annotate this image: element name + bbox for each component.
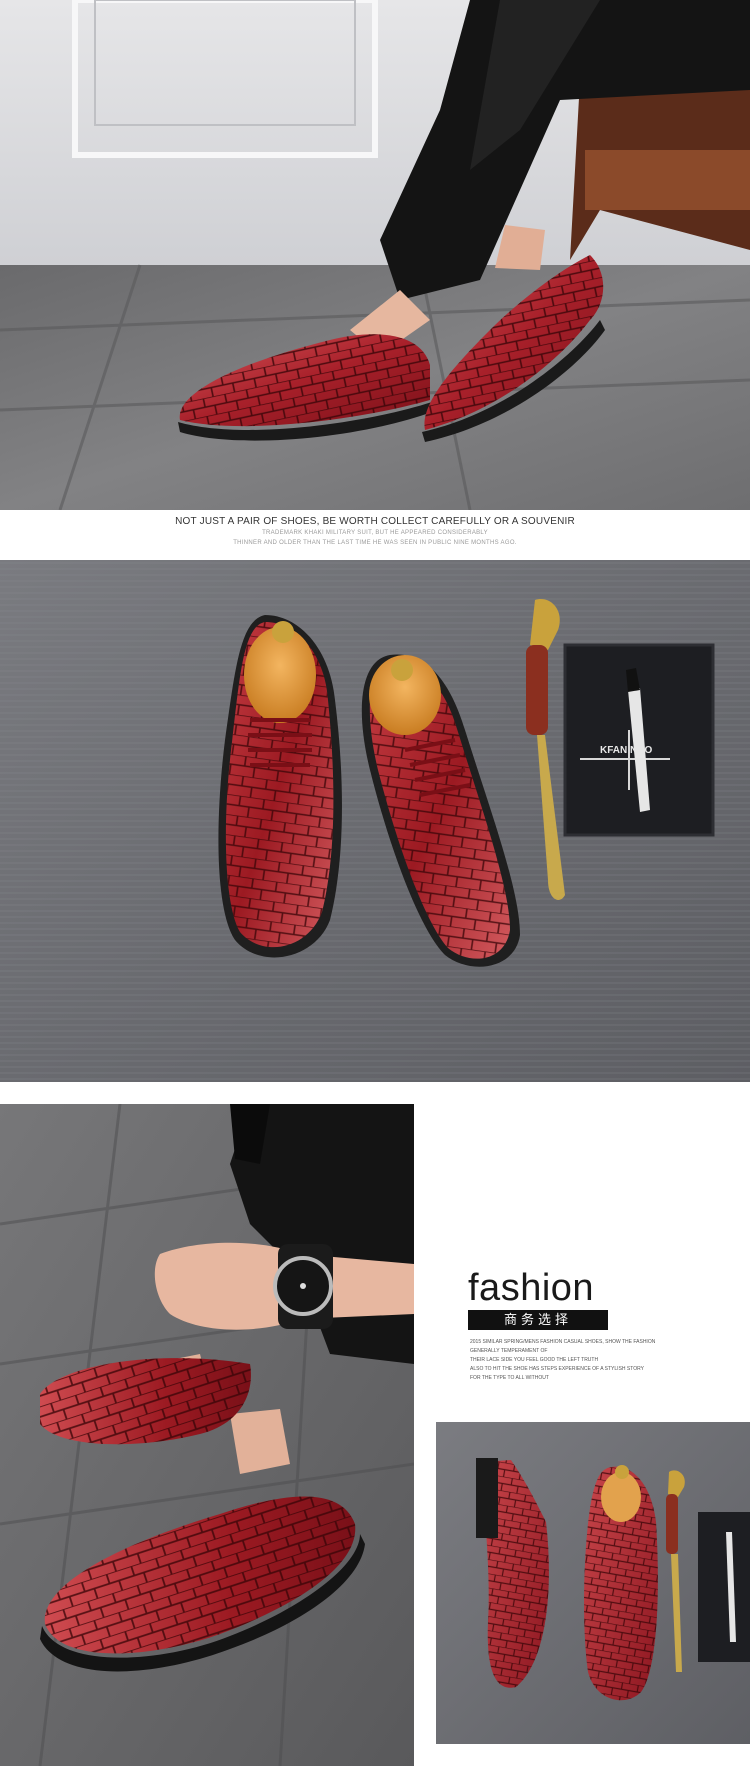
fine-print-line: GENERALLY TEMPERAMENT OF	[470, 1348, 548, 1354]
banner-subline-1: TRADEMARK KHAKI MILITARY SUIT, BUT HE AP…	[262, 530, 488, 536]
banner-subline-2: THINNER AND OLDER THAN THE LAST TIME HE …	[233, 540, 517, 546]
hero-photo-legs	[0, 0, 750, 510]
fine-print-line: ALSO TO HIT THE SHOE HAS STEPS EXPERIENC…	[470, 1366, 644, 1372]
fine-print-line: THEIR LACE SIDE YOU FEEL GOOD THE LEFT T…	[470, 1357, 599, 1363]
fashion-subtitle-bar: 商务选择	[468, 1310, 608, 1330]
fashion-title: fashion	[468, 1267, 595, 1309]
lifestyle-photo-watch	[0, 1104, 414, 1766]
product-photo-pair: KFAN NBO	[0, 560, 750, 1082]
fine-print-line: FOR THE TYPE TO ALL WITHOUT	[470, 1375, 549, 1381]
product-photo-inset	[436, 1422, 750, 1744]
fine-print-line: 2015 SIMILAR SPRING/MENS FASHION CASUAL …	[470, 1339, 656, 1345]
banner-text: NOT JUST A PAIR OF SHOES, BE WORTH COLLE…	[0, 510, 750, 558]
banner-headline: NOT JUST A PAIR OF SHOES, BE WORTH COLLE…	[175, 516, 575, 527]
